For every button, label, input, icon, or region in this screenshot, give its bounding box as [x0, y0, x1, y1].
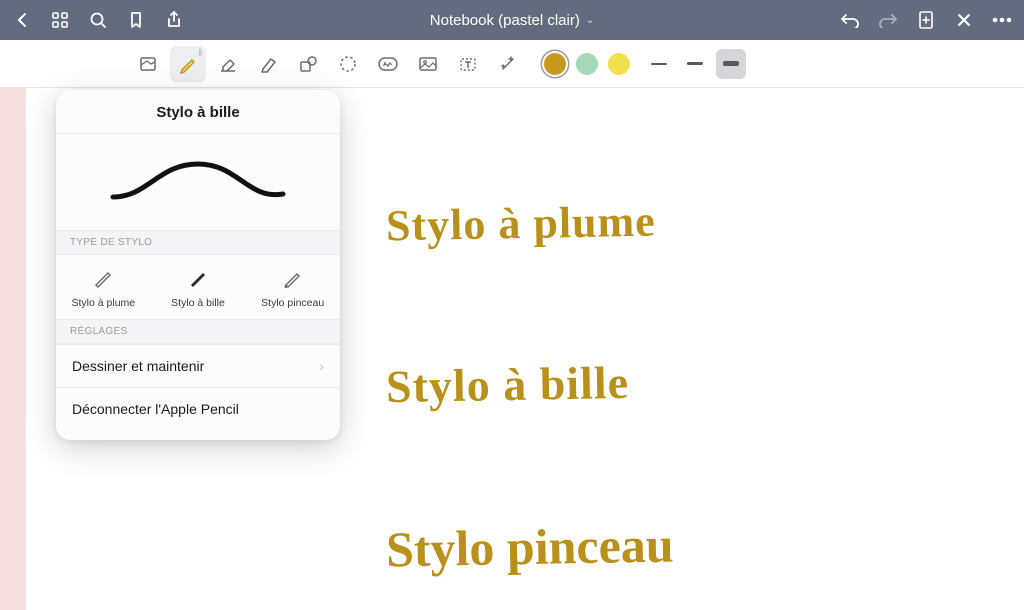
popover-title: Stylo à bille: [56, 90, 340, 134]
pen-type-label: Stylo pinceau: [261, 297, 324, 309]
text-tool[interactable]: [450, 46, 486, 82]
more-button[interactable]: [992, 10, 1012, 30]
document-title-dropdown[interactable]: Notebook (pastel clair) ⌄: [184, 12, 840, 29]
handwriting-sample-3: Stylo pinceau: [386, 515, 675, 578]
highlighter-tool[interactable]: [250, 46, 286, 82]
handwriting-sample-2: Stylo à bille: [386, 356, 630, 413]
setting-label: Dessiner et maintenir: [72, 358, 204, 374]
stroke-medium[interactable]: [680, 49, 710, 79]
chevron-right-icon: ›: [319, 358, 324, 374]
bookmark-button[interactable]: [126, 10, 146, 30]
pen-type-label: Stylo à bille: [171, 297, 225, 309]
grid-view-button[interactable]: [50, 10, 70, 30]
document-title: Notebook (pastel clair): [430, 12, 580, 29]
magic-tool[interactable]: [490, 46, 526, 82]
bluetooth-icon: ᛒ: [198, 48, 203, 57]
section-settings-label: RÉGLAGES: [56, 319, 340, 344]
view-tool[interactable]: [130, 46, 166, 82]
search-button[interactable]: [88, 10, 108, 30]
pen-type-fountain[interactable]: Stylo à plume: [56, 255, 151, 319]
color-swatch-1[interactable]: [544, 53, 566, 75]
app-header: Notebook (pastel clair) ⌄: [0, 0, 1024, 40]
settings-list: Dessiner et maintenir › Déconnecter l'Ap…: [56, 344, 340, 430]
chevron-down-icon: ⌄: [586, 15, 594, 26]
sticker-tool[interactable]: [370, 46, 406, 82]
toolbar: ᛒ: [0, 40, 1024, 88]
stroke-thick[interactable]: [716, 49, 746, 79]
handwriting-sample-1: Stylo à plume: [386, 196, 657, 252]
setting-disconnect-pencil[interactable]: Déconnecter l'Apple Pencil: [56, 387, 340, 430]
pen-type-brush[interactable]: Stylo pinceau: [245, 255, 340, 319]
back-button[interactable]: [12, 10, 32, 30]
pen-tool[interactable]: ᛒ: [170, 46, 206, 82]
close-button[interactable]: [954, 10, 974, 30]
redo-button[interactable]: [878, 10, 898, 30]
pen-type-label: Stylo à plume: [72, 297, 136, 309]
header-left-group: [12, 10, 184, 30]
image-tool[interactable]: [410, 46, 446, 82]
color-group: [544, 53, 630, 75]
color-swatch-3[interactable]: [608, 53, 630, 75]
pen-type-ballpoint[interactable]: Stylo à bille: [151, 255, 246, 319]
section-pen-type-label: TYPE DE STYLO: [56, 230, 340, 255]
header-right-group: [840, 10, 1012, 30]
add-page-button[interactable]: [916, 10, 936, 30]
undo-button[interactable]: [840, 10, 860, 30]
tool-group: ᛒ: [130, 46, 526, 82]
pen-settings-popover: Stylo à bille TYPE DE STYLO Stylo à plum…: [56, 90, 340, 440]
stroke-group: [644, 49, 746, 79]
stroke-thin[interactable]: [644, 49, 674, 79]
shapes-tool[interactable]: [290, 46, 326, 82]
setting-label: Déconnecter l'Apple Pencil: [72, 401, 239, 417]
page-margin: [0, 88, 26, 610]
setting-draw-hold[interactable]: Dessiner et maintenir ›: [56, 344, 340, 387]
share-button[interactable]: [164, 10, 184, 30]
stroke-preview: [56, 134, 340, 230]
color-swatch-2[interactable]: [576, 53, 598, 75]
pen-type-row: Stylo à plume Stylo à bille Stylo pincea…: [56, 255, 340, 319]
lasso-tool[interactable]: [330, 46, 366, 82]
eraser-tool[interactable]: [210, 46, 246, 82]
